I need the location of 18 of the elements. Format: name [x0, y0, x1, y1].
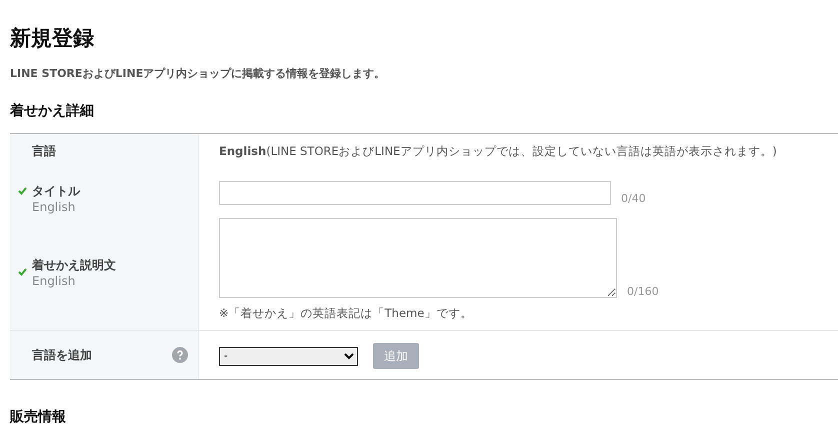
field-sublabel: English	[32, 274, 76, 288]
field-label: タイトル	[32, 183, 82, 200]
section-title: 着せかえ詳細	[10, 102, 95, 121]
language-select[interactable]: -	[219, 346, 358, 366]
language-info: English(LINE STOREおよびLINEアプリ内ショップでは、設定していない言語は英語が表示されます。)	[219, 144, 778, 159]
field-label: 言語	[32, 143, 57, 160]
intro-text: LINE STOREおよびLINEアプリ内ショップに掲載する情報を登録します。	[10, 66, 386, 81]
character-counter: 0/160	[627, 285, 659, 298]
field-label: 着せかえ説明文	[32, 256, 117, 274]
note-text: ※「着せかえ」の英語表記は「Theme」です。	[219, 306, 474, 321]
character-counter: 0/40	[621, 192, 646, 204]
help-icon[interactable]	[172, 347, 188, 363]
description-textarea[interactable]	[219, 218, 617, 298]
title-input[interactable]	[219, 180, 611, 204]
field-sublabel: English	[32, 200, 76, 214]
field-label: 言語を追加	[32, 346, 93, 364]
page-title: 新規登録	[10, 25, 95, 52]
section-title: 販売情報	[10, 408, 67, 426]
